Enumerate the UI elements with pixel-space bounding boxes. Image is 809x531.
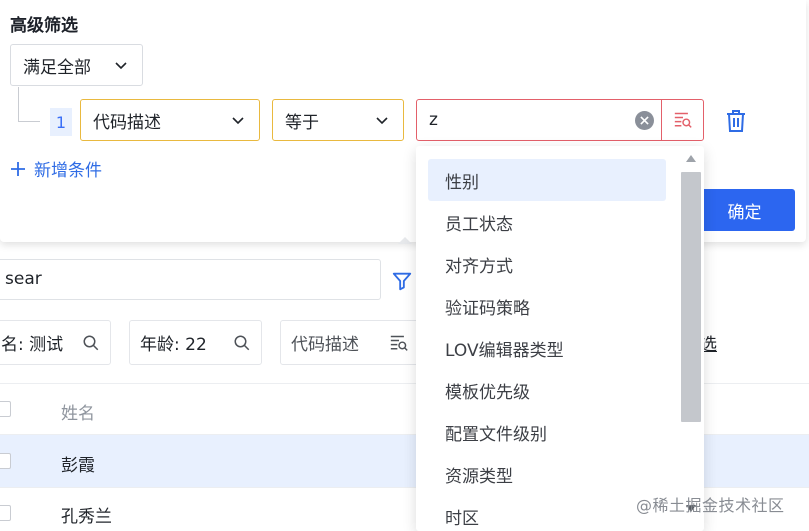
condition-operator-select[interactable]: 等于	[272, 99, 404, 141]
tree-connector	[18, 87, 19, 121]
dropdown-option[interactable]: 资源类型	[428, 453, 666, 495]
dropdown-option[interactable]: LOV编辑器类型	[428, 327, 666, 369]
lookup-icon[interactable]	[389, 334, 409, 352]
match-mode-value: 满足全部	[23, 57, 91, 78]
condition-value-input[interactable]: z	[416, 99, 704, 141]
chip-value: 22	[185, 335, 207, 355]
row-checkbox[interactable]	[0, 505, 11, 521]
dropdown-option[interactable]: 验证码策略	[428, 285, 666, 327]
operator-value: 等于	[285, 112, 319, 133]
chip-label: 名:	[1, 335, 24, 355]
column-header-name: 姓名	[61, 404, 95, 424]
tree-connector	[18, 121, 40, 122]
chevron-down-icon	[376, 117, 388, 125]
plus-icon	[11, 161, 25, 176]
filter-chip-age[interactable]: 年龄: 22	[129, 320, 262, 365]
value-dropdown: 性别 员工状态 对齐方式 验证码策略 LOV编辑器类型 模板优先级 配置文件级别…	[416, 146, 704, 531]
confirm-button[interactable]: 确定	[694, 189, 795, 231]
field-value: 代码描述	[93, 112, 161, 133]
search-input[interactable]: sear	[0, 259, 381, 300]
filter-icon[interactable]	[391, 270, 413, 292]
scroll-up-icon[interactable]	[686, 155, 696, 162]
cell-name: 彭霞	[61, 456, 95, 476]
match-mode-select[interactable]: 满足全部	[10, 44, 143, 86]
search-icon[interactable]	[82, 334, 100, 352]
popover-arrow	[398, 237, 412, 244]
scrollbar-thumb[interactable]	[681, 172, 701, 422]
row-checkbox[interactable]	[0, 453, 11, 469]
chip-label: 代码描述	[291, 335, 359, 355]
filter-chip-code-desc[interactable]: 代码描述	[280, 320, 420, 365]
add-condition-label: 新增条件	[34, 161, 102, 181]
dropdown-option[interactable]: 模板优先级	[428, 369, 666, 411]
chevron-down-icon	[115, 62, 127, 70]
dropdown-option[interactable]: 对齐方式	[428, 243, 666, 285]
condition-index: 1	[50, 108, 72, 136]
dropdown-option[interactable]: 员工状态	[428, 201, 666, 243]
add-condition-button[interactable]: 新增条件	[10, 156, 102, 181]
dropdown-option[interactable]: 配置文件级别	[428, 411, 666, 453]
clear-icon[interactable]	[635, 111, 654, 130]
chevron-down-icon	[232, 117, 244, 125]
trash-icon[interactable]	[725, 109, 747, 133]
condition-field-select[interactable]: 代码描述	[80, 99, 260, 141]
select-all-checkbox[interactable]	[0, 401, 11, 417]
panel-title: 高级筛选	[10, 16, 78, 36]
dropdown-option[interactable]: 时区	[428, 495, 666, 531]
dropdown-option[interactable]: 性别	[428, 159, 666, 201]
search-icon[interactable]	[233, 334, 251, 352]
chip-value: 测试	[29, 335, 64, 355]
lookup-icon	[674, 112, 692, 128]
chip-label: 年龄:	[140, 335, 180, 355]
filter-chip-name[interactable]: 名: 测试	[0, 320, 111, 365]
value-text: z	[429, 110, 438, 130]
cell-name: 孔秀兰	[61, 507, 112, 527]
lookup-button[interactable]	[661, 100, 704, 140]
scrollbar[interactable]	[679, 146, 703, 531]
watermark: @稀土掘金技术社区	[636, 496, 785, 515]
